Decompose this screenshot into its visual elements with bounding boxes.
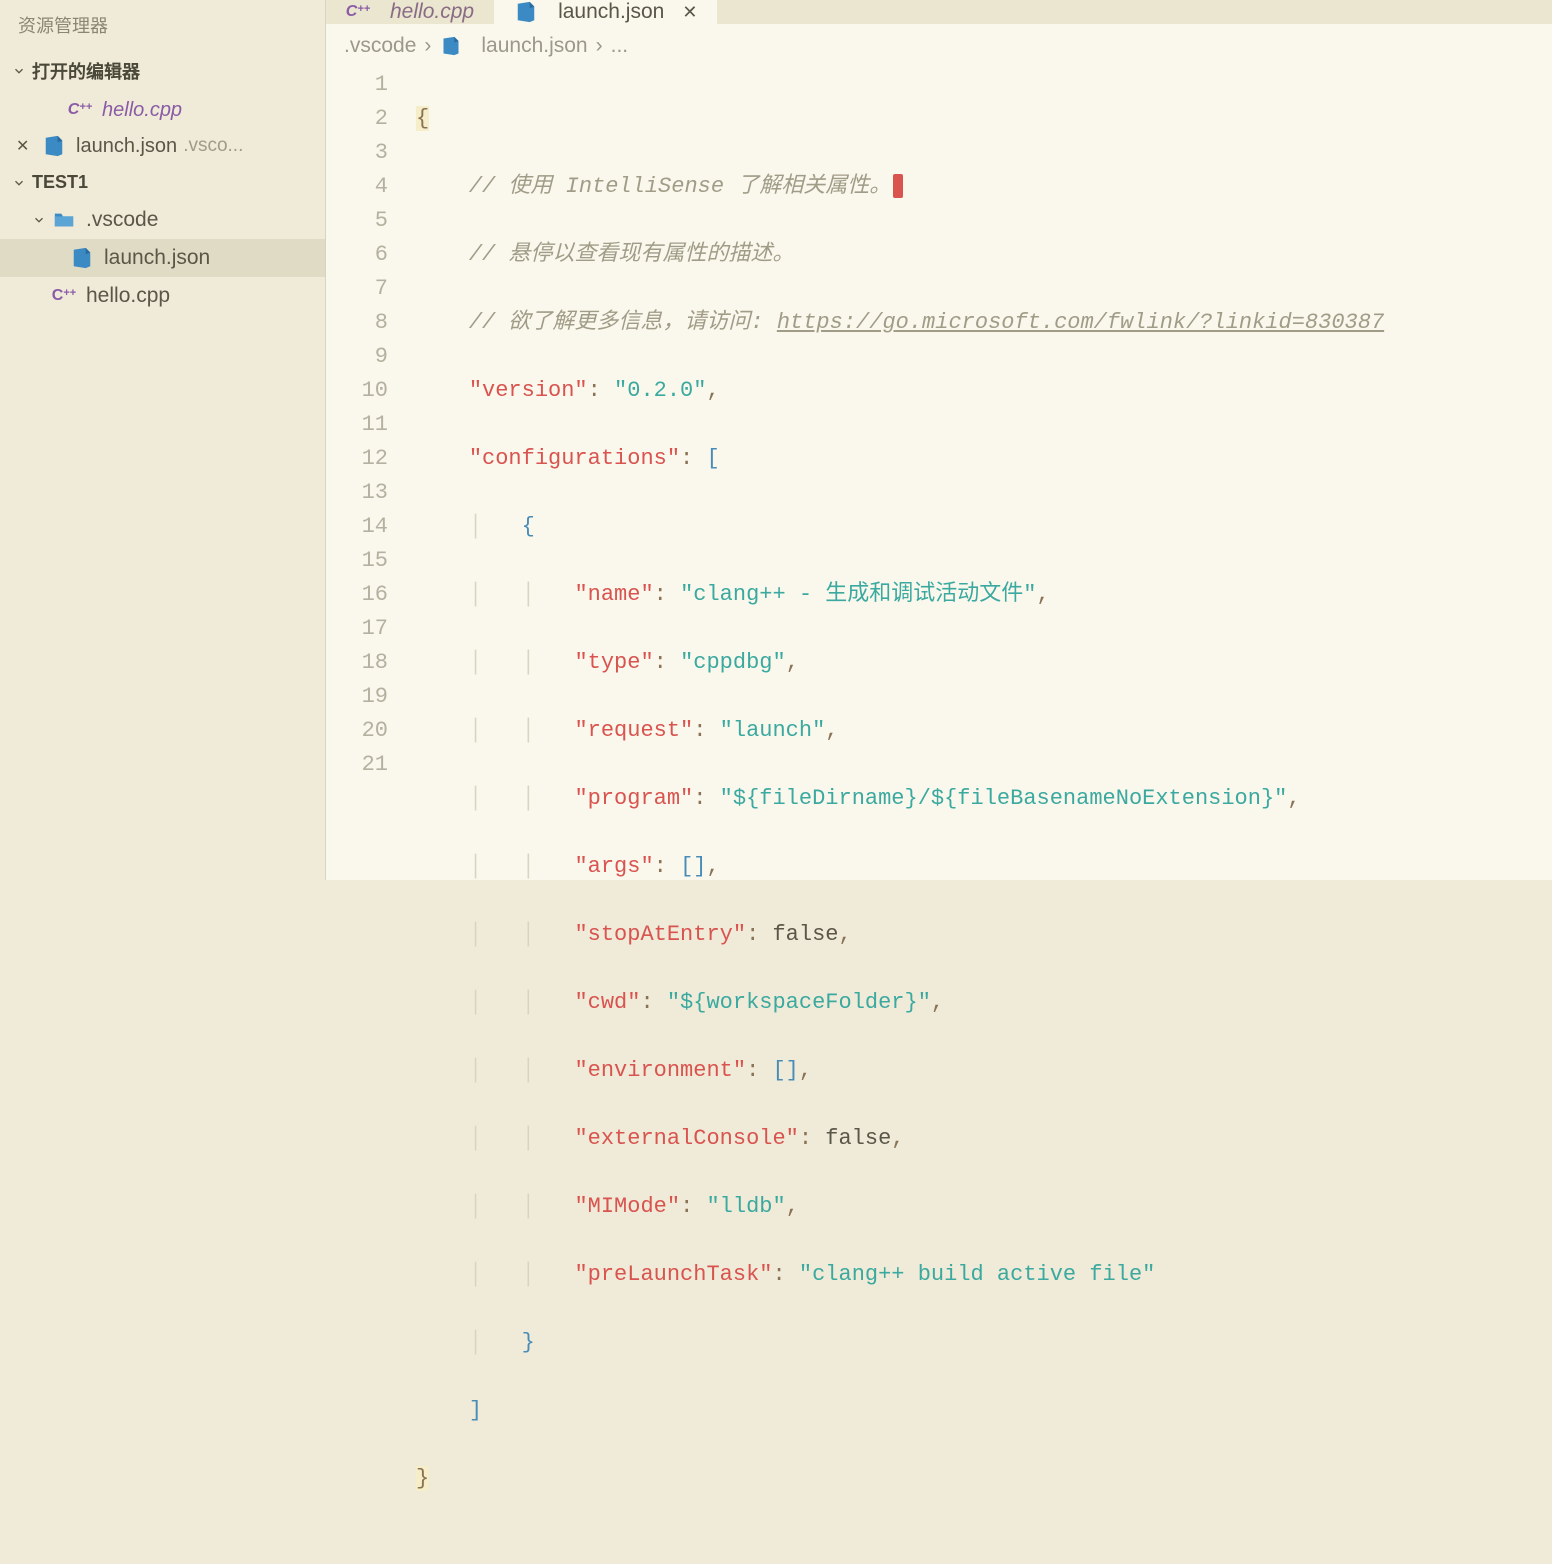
tree-file[interactable]: launch.json: [0, 239, 325, 277]
line-number: 9: [326, 340, 388, 374]
tree-folder[interactable]: .vscode: [0, 201, 325, 239]
open-editor-name: launch.json: [76, 135, 177, 158]
chevron-down-icon: [30, 211, 48, 229]
line-number: 15: [326, 544, 388, 578]
line-number: 4: [326, 170, 388, 204]
line-number: 2: [326, 102, 388, 136]
open-editor-dir: .vsco...: [183, 135, 243, 157]
open-editor-item[interactable]: C++ hello.cpp: [0, 92, 325, 128]
chevron-right-icon: ›: [596, 34, 603, 58]
line-number: 13: [326, 476, 388, 510]
tab-hello-cpp[interactable]: C++ hello.cpp: [326, 0, 494, 24]
breadcrumb-seg[interactable]: ...: [611, 34, 629, 58]
vscode-json-icon: [70, 246, 94, 270]
line-number: 8: [326, 306, 388, 340]
close-icon[interactable]: ✕: [16, 136, 36, 156]
tree-file-name: launch.json: [104, 246, 210, 270]
cpp-icon: C++: [52, 284, 76, 308]
explorer-title: 资源管理器: [0, 0, 325, 50]
line-number: 7: [326, 272, 388, 306]
tab-bar: C++ hello.cpp launch.json ✕: [326, 0, 1552, 24]
close-icon[interactable]: ✕: [682, 2, 697, 23]
code-content[interactable]: { // 使用 IntelliSense 了解相关属性。 // 悬停以查看现有属…: [416, 68, 1552, 1564]
tab-launch-json[interactable]: launch.json ✕: [494, 0, 717, 24]
breadcrumb[interactable]: .vscode › launch.json › ...: [326, 24, 1552, 68]
line-number: 1: [326, 68, 388, 102]
chevron-right-icon: ›: [424, 34, 431, 58]
vscode-json-icon: [42, 134, 66, 158]
vscode-json-icon: [439, 34, 463, 58]
open-editors-label: 打开的编辑器: [32, 58, 140, 84]
folder-icon: [52, 208, 76, 232]
tree-folder-name: .vscode: [86, 208, 158, 232]
line-number: 11: [326, 408, 388, 442]
line-number: 20: [326, 714, 388, 748]
line-number: 19: [326, 680, 388, 714]
chevron-down-icon: [10, 174, 28, 192]
open-editor-name: hello.cpp: [102, 99, 182, 122]
line-number: 10: [326, 374, 388, 408]
line-number: 3: [326, 136, 388, 170]
code-editor[interactable]: 123456789101112131415161718192021 { // 使…: [326, 68, 1552, 1564]
chevron-down-icon: [10, 62, 28, 80]
line-number: 6: [326, 238, 388, 272]
line-number: 18: [326, 646, 388, 680]
line-number: 14: [326, 510, 388, 544]
line-number: 5: [326, 204, 388, 238]
sidebar: 资源管理器 打开的编辑器 C++ hello.cpp ✕ launch.json…: [0, 0, 326, 880]
line-number: 21: [326, 748, 388, 782]
line-number: 17: [326, 612, 388, 646]
line-number: 16: [326, 578, 388, 612]
vscode-json-icon: [514, 0, 538, 24]
main-area: C++ hello.cpp launch.json ✕ .vscode › la…: [326, 0, 1552, 880]
cursor: [893, 174, 903, 198]
folder-label: TEST1: [32, 172, 88, 193]
cpp-icon: C++: [68, 98, 92, 122]
open-editors-header[interactable]: 打开的编辑器: [0, 50, 325, 92]
cpp-icon: C++: [346, 0, 370, 24]
tree-file[interactable]: C++ hello.cpp: [0, 277, 325, 315]
line-gutter: 123456789101112131415161718192021: [326, 68, 416, 1564]
folder-header[interactable]: TEST1: [0, 164, 325, 201]
tree-file-name: hello.cpp: [86, 284, 170, 308]
breadcrumb-seg[interactable]: launch.json: [481, 34, 587, 58]
open-editor-item[interactable]: ✕ launch.json .vsco...: [0, 128, 325, 164]
line-number: 12: [326, 442, 388, 476]
tab-label: hello.cpp: [390, 0, 474, 24]
breadcrumb-seg[interactable]: .vscode: [344, 34, 416, 58]
tab-label: launch.json: [558, 0, 664, 24]
